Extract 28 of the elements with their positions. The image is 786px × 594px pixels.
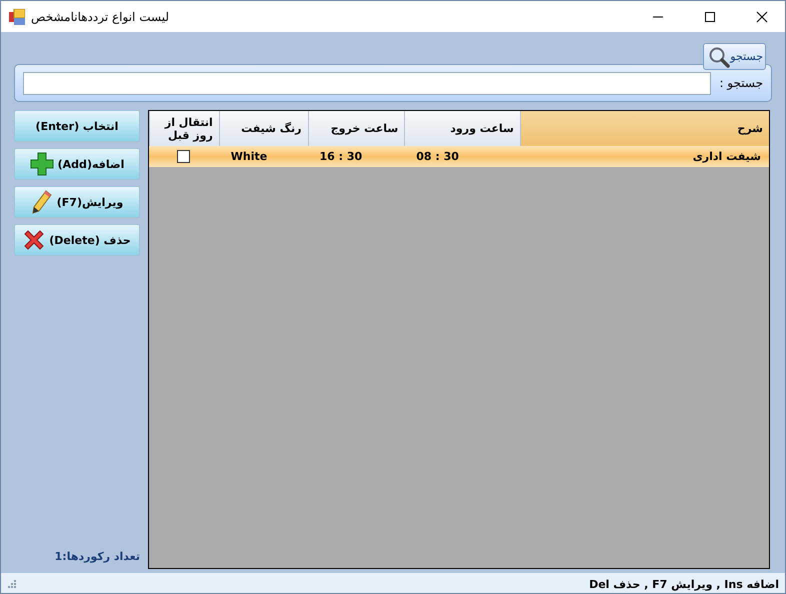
table-cell: 08 : 30 bbox=[416, 150, 459, 163]
checkbox[interactable] bbox=[177, 150, 190, 163]
column-header[interactable]: شرح bbox=[520, 111, 769, 146]
window-title: لیست انواع ترددهانامشخص bbox=[31, 10, 169, 24]
column-header[interactable]: ساعت خروج bbox=[308, 111, 404, 146]
action-button[interactable]: حذف (Delete) bbox=[14, 224, 140, 256]
search-field[interactable] bbox=[23, 72, 712, 94]
action-button[interactable]: انتخاب (Enter) bbox=[14, 110, 140, 142]
delete-icon bbox=[23, 229, 46, 251]
plus-icon bbox=[30, 152, 54, 176]
column-header[interactable]: انتقال از روز قبل bbox=[148, 111, 219, 146]
pencil-icon bbox=[30, 190, 53, 214]
column-header[interactable]: رنگ شیفت bbox=[218, 111, 308, 146]
action-button[interactable]: ویرایش(F7) bbox=[14, 186, 140, 218]
status-text: اضافه Ins , ویرایش F7 , حذف Del bbox=[589, 578, 779, 590]
table-cell: شیفت اداری bbox=[692, 150, 761, 163]
search-icon bbox=[708, 46, 730, 68]
maximize-icon[interactable] bbox=[704, 10, 716, 22]
record-count: تعداد رکوردها:1 bbox=[54, 550, 140, 563]
table-cell: White bbox=[230, 150, 268, 163]
search-button[interactable]: جستجو bbox=[703, 43, 766, 70]
search-label: جستجو : bbox=[719, 76, 763, 90]
resize-grip-icon bbox=[7, 579, 17, 589]
column-header[interactable]: ساعت ورود bbox=[404, 111, 520, 146]
app-icon bbox=[9, 8, 25, 24]
table-cell: 16 : 30 bbox=[319, 150, 362, 163]
close-icon[interactable] bbox=[756, 10, 768, 22]
action-button[interactable]: اضافه(Add) bbox=[14, 148, 140, 180]
